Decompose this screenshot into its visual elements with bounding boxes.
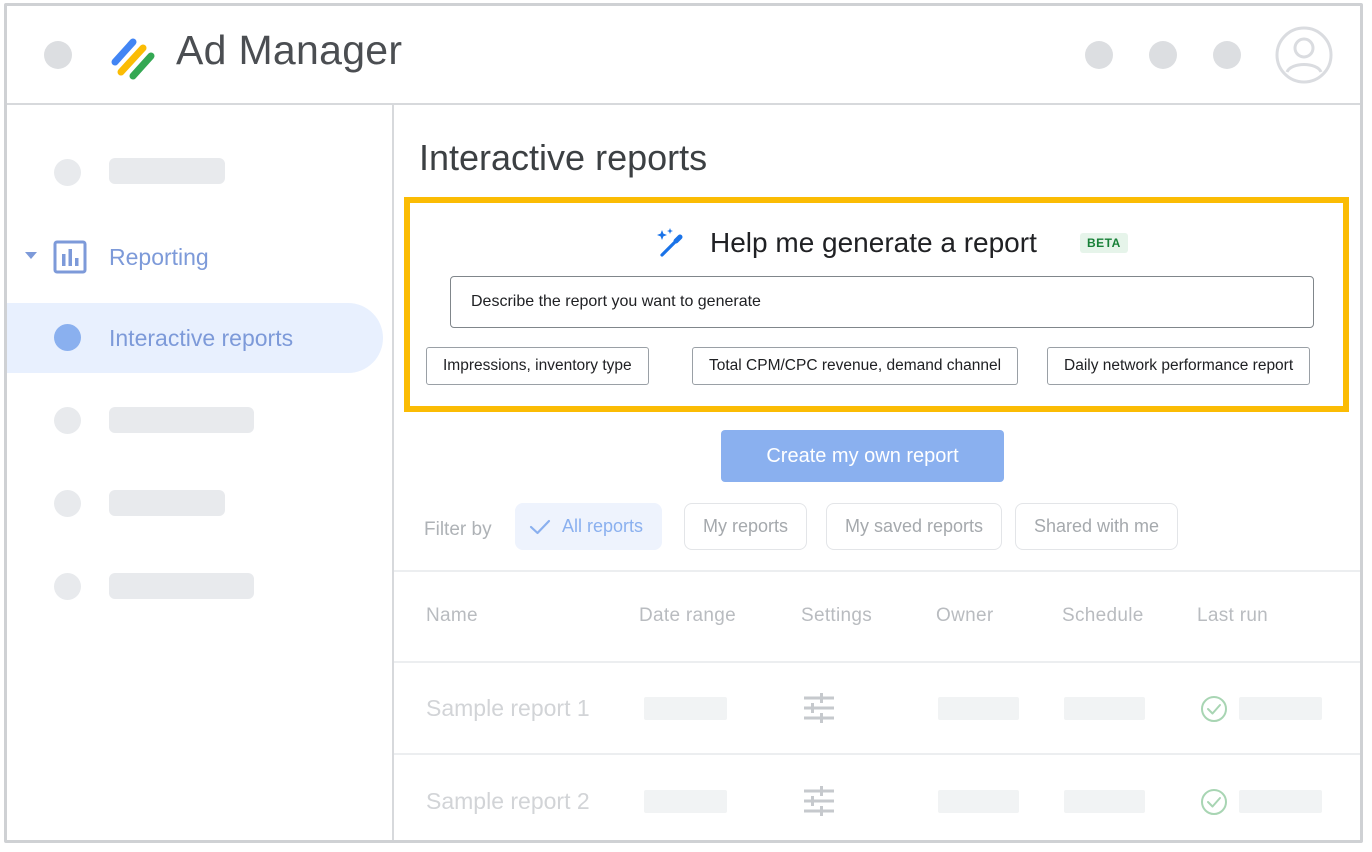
column-header-owner[interactable]: Owner (936, 605, 993, 627)
row-name[interactable]: Sample report 1 (426, 695, 590, 722)
sidebar-item-1-placeholder[interactable] (109, 158, 225, 184)
row-owner-placeholder (938, 697, 1019, 720)
report-prompt-input[interactable]: Describe the report you want to generate (450, 276, 1314, 328)
column-header-schedule[interactable]: Schedule (1062, 605, 1144, 627)
report-generator-panel: Help me generate a report BETA Describe … (404, 197, 1349, 412)
column-header-last-run[interactable]: Last run (1197, 605, 1268, 627)
row-schedule-placeholder (1064, 790, 1145, 813)
toolbar-button-2[interactable] (1149, 41, 1177, 69)
page-title: Interactive reports (419, 137, 708, 178)
toolbar-button-1[interactable] (1085, 41, 1113, 69)
sidebar-item-4-icon[interactable] (54, 490, 81, 517)
filter-chip-all-reports[interactable]: All reports (515, 503, 663, 550)
filter-label: Filter by (424, 519, 492, 540)
filter-chip-my-reports[interactable]: My reports (684, 503, 808, 550)
table-top-divider (394, 570, 1360, 572)
tune-icon[interactable] (802, 784, 836, 818)
sidebar-item-4-placeholder[interactable] (109, 490, 225, 516)
app-window: Ad Manager Reporting Interactive reports (4, 3, 1363, 843)
create-own-report-button[interactable]: Create my own report (721, 430, 1004, 482)
row-name[interactable]: Sample report 2 (426, 788, 590, 815)
magic-wand-icon (657, 228, 683, 257)
beta-badge: BETA (1080, 233, 1128, 253)
row-schedule-placeholder (1064, 697, 1145, 720)
bar-chart-icon (53, 240, 87, 274)
sidebar-item-5-icon[interactable] (54, 573, 81, 600)
sidebar-item-5-placeholder[interactable] (109, 573, 254, 599)
sidebar-section-reporting[interactable]: Reporting (109, 244, 209, 271)
row-date-range-placeholder (644, 697, 727, 720)
expand-arrow-icon[interactable] (23, 250, 39, 262)
account-avatar-icon[interactable] (1275, 26, 1333, 84)
menu-button[interactable] (44, 41, 72, 69)
top-bar: Ad Manager (7, 6, 1360, 105)
toolbar-button-3[interactable] (1213, 41, 1241, 69)
ad-manager-logo[interactable] (107, 34, 157, 80)
row-last-run-placeholder (1239, 697, 1322, 720)
check-circle-icon (1201, 696, 1227, 722)
sidebar-item-1-icon[interactable] (54, 159, 81, 186)
sidebar-item-interactive-reports-icon (54, 324, 81, 351)
suggestion-chip-daily-performance[interactable]: Daily network performance report (1047, 347, 1311, 385)
header-divider (394, 661, 1360, 663)
row-owner-placeholder (938, 790, 1019, 813)
check-icon (529, 519, 551, 535)
generator-title: Help me generate a report (710, 227, 1037, 258)
filter-chip-shared-with-me[interactable]: Shared with me (1015, 503, 1179, 550)
column-header-date-range[interactable]: Date range (639, 605, 736, 627)
tune-icon[interactable] (802, 691, 836, 725)
main-content: Interactive reports Help me generate a r… (394, 105, 1360, 840)
check-circle-icon (1201, 789, 1227, 815)
column-header-settings[interactable]: Settings (801, 605, 872, 627)
filter-chip-all-reports-label: All reports (562, 516, 644, 536)
column-header-name[interactable]: Name (426, 605, 478, 627)
sidebar-item-interactive-reports-label: Interactive reports (109, 325, 294, 351)
sidebar: Reporting Interactive reports (7, 105, 394, 840)
app-title: Ad Manager (176, 27, 403, 73)
sidebar-item-3-icon[interactable] (54, 407, 81, 434)
suggestion-chip-revenue[interactable]: Total CPM/CPC revenue, demand channel (692, 347, 1019, 385)
sidebar-item-3-placeholder[interactable] (109, 407, 254, 433)
filter-chip-my-saved-reports[interactable]: My saved reports (826, 503, 1003, 550)
row-date-range-placeholder (644, 790, 727, 813)
row-divider (394, 753, 1360, 755)
row-last-run-placeholder (1239, 790, 1322, 813)
suggestion-chip-impressions[interactable]: Impressions, inventory type (426, 347, 649, 385)
